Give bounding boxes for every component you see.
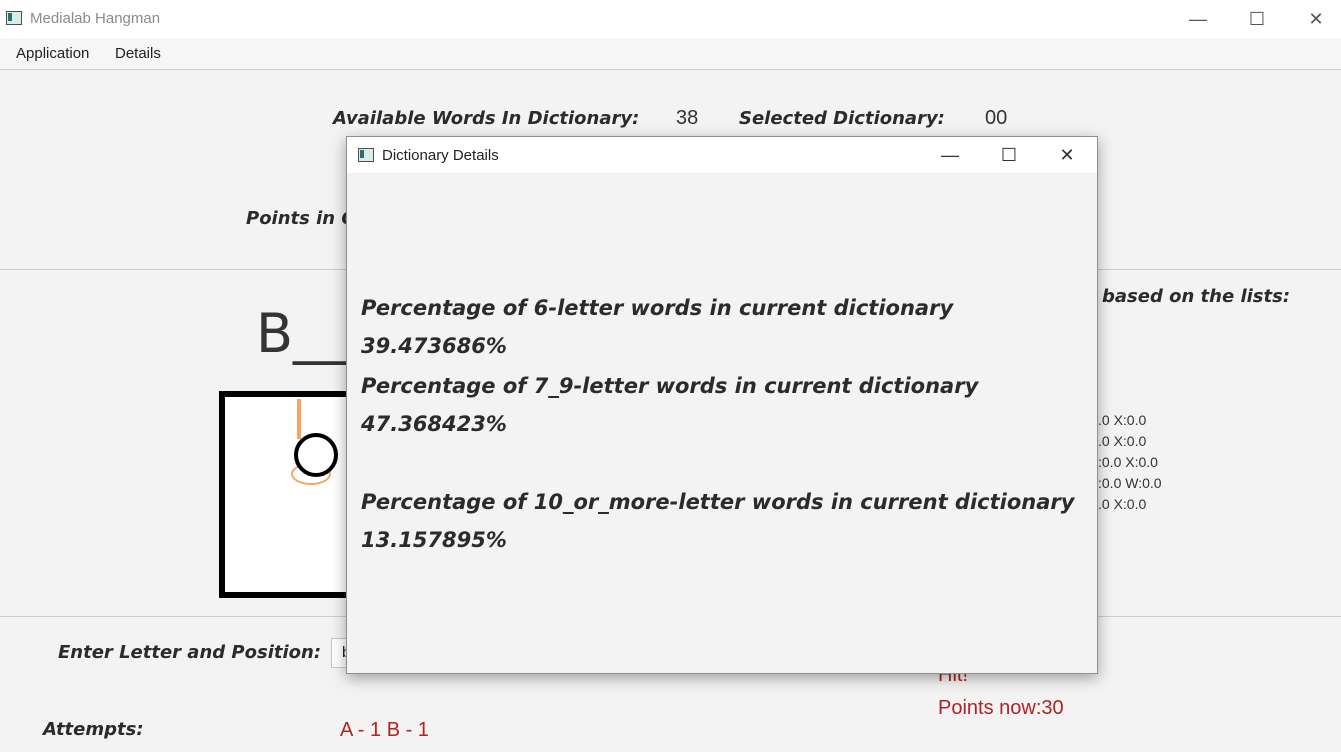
menu-details[interactable]: Details	[115, 45, 161, 62]
hangman-head	[294, 433, 338, 477]
main-titlebar: Medialab Hangman — ☐ ✕	[0, 0, 1341, 38]
menu-application[interactable]: Application	[16, 45, 89, 62]
stat-10-plus-letter: Percentage of 10_or_more-letter words in…	[361, 490, 1075, 552]
close-button[interactable]: ✕	[1296, 6, 1336, 32]
enter-letter-label: Enter Letter and Position:	[58, 642, 322, 663]
dialog-titlebar: Dictionary Details — ☐ ✕	[347, 137, 1097, 173]
probability-line: :0.0 X:0.0	[1098, 454, 1158, 470]
app-icon	[6, 11, 22, 25]
dialog-title: Dictionary Details	[382, 147, 499, 164]
available-words-label: Available Words In Dictionary:	[333, 108, 640, 129]
stat-6-letter: Percentage of 6-letter words in current …	[361, 296, 954, 358]
menu-bar: Application Details	[0, 38, 1341, 70]
attempts-value: A - 1 B - 1	[340, 719, 429, 741]
window-title: Medialab Hangman	[30, 10, 161, 27]
points-status: Points now:30	[938, 697, 1064, 719]
stat-7-9-letter: Percentage of 7_9-letter words in curren…	[361, 374, 979, 436]
probability-line: :0.0 W:0.0	[1098, 475, 1162, 491]
minimize-button[interactable]: —	[1178, 6, 1218, 32]
probability-line: .0 X:0.0	[1098, 412, 1147, 428]
dialog-app-icon	[358, 148, 374, 162]
suggestions-heading: based on the lists:	[1102, 286, 1291, 307]
rope	[297, 399, 301, 439]
dialog-maximize-button[interactable]: ☐	[989, 142, 1029, 168]
dialog-minimize-button[interactable]: —	[930, 142, 970, 168]
probability-line: .0 X:0.0	[1098, 496, 1147, 512]
dictionary-details-dialog: Dictionary Details — ☐ ✕ Percentage of 6…	[346, 136, 1098, 674]
selected-dictionary-label: Selected Dictionary:	[739, 108, 945, 129]
maximize-button[interactable]: ☐	[1237, 6, 1277, 32]
points-label: Points in C	[246, 208, 355, 229]
selected-dictionary-value: 00	[985, 107, 1008, 129]
probability-line: .0 X:0.0	[1098, 433, 1147, 449]
available-words-value: 38	[676, 107, 699, 129]
dialog-close-button[interactable]: ✕	[1047, 142, 1087, 168]
attempts-label: Attempts:	[43, 719, 144, 740]
